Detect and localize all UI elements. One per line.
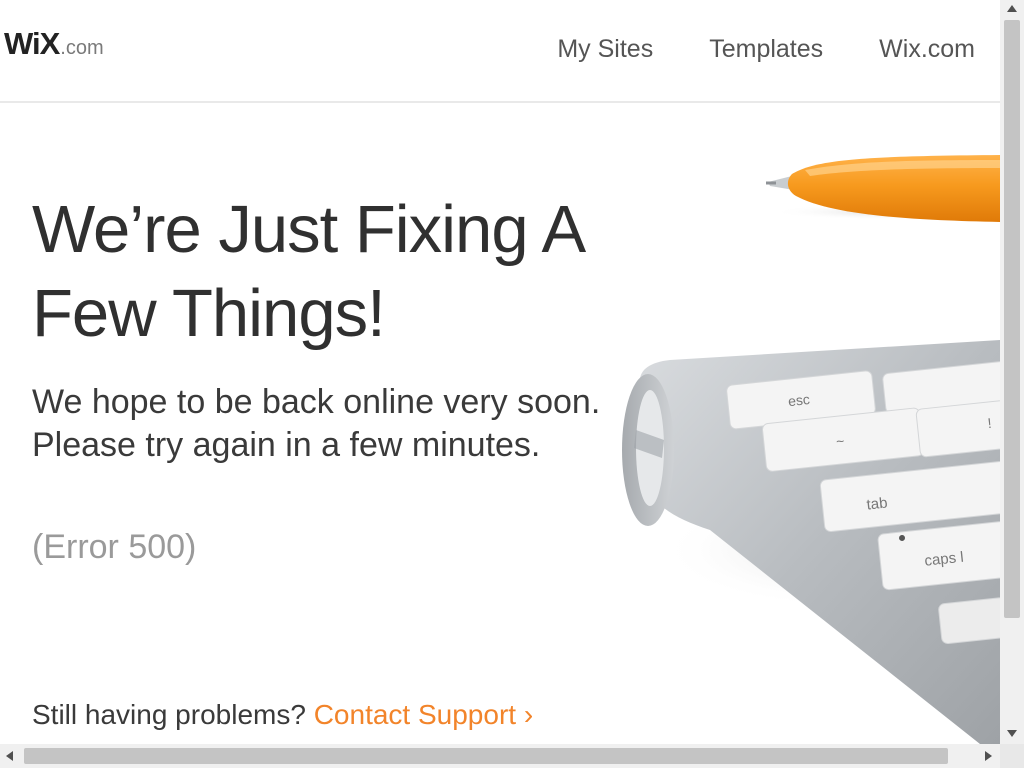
scrollbar-corner [1000, 744, 1024, 768]
key-tab-label: tab [866, 494, 889, 513]
top-nav: My Sites Templates Wix.com [557, 34, 975, 64]
vertical-scroll-thumb[interactable] [1004, 20, 1020, 618]
status-message: We hope to be back online very soon. Ple… [32, 381, 632, 467]
contact-support-link[interactable]: Contact Support › [314, 699, 533, 730]
contact-support-label: Contact Support [313, 699, 517, 730]
scroll-left-arrow-icon[interactable] [6, 751, 13, 761]
logo-suffix: .com [60, 37, 104, 59]
key-shift [938, 596, 1000, 644]
nav-link-templates[interactable]: Templates [709, 34, 823, 64]
key-tilde-label: ~ [835, 433, 845, 450]
scroll-up-arrow-icon[interactable] [1007, 5, 1017, 12]
status-line-2: Please try again in a few minutes. [32, 426, 541, 464]
scroll-right-arrow-icon[interactable] [985, 751, 992, 761]
status-line-1: We hope to be back online very soon. [32, 383, 601, 421]
support-prompt-text: Still having problems? [32, 699, 306, 730]
nav-link-my-sites[interactable]: My Sites [557, 34, 653, 64]
logo-wordmark: WiX [4, 26, 60, 61]
site-header: WiX .com My Sites Templates Wix.com [0, 0, 1000, 103]
page-headline: We’re Just Fixing A Few Things! [32, 192, 583, 351]
horizontal-scroll-thumb[interactable] [24, 748, 948, 764]
vertical-scrollbar[interactable] [1000, 0, 1024, 744]
wix-logo[interactable]: WiX .com [4, 28, 104, 59]
scroll-down-arrow-icon[interactable] [1007, 730, 1017, 737]
support-prompt-line: Still having problems? Contact Support › [32, 698, 533, 732]
horizontal-scrollbar[interactable] [0, 744, 1000, 768]
page-viewport: WiX .com My Sites Templates Wix.com esc … [0, 0, 1000, 744]
error-code: (Error 500) [32, 528, 197, 566]
chevron-right-icon: › [523, 699, 534, 730]
nav-link-wix-com[interactable]: Wix.com [879, 34, 975, 64]
key-esc-label: esc [787, 391, 810, 409]
